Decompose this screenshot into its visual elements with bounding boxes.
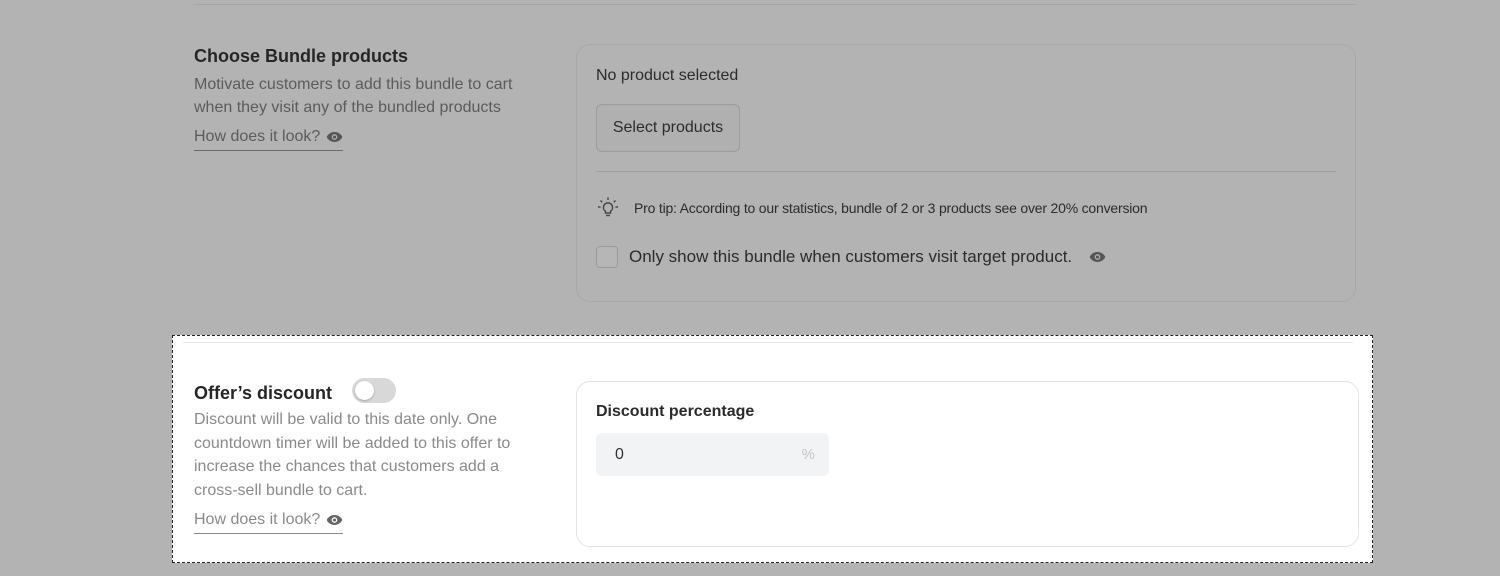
- discount-title-row: Offer’s discount: [194, 377, 554, 404]
- discount-percentage-card: Discount percentage 0 %: [576, 381, 1359, 547]
- lightbulb-icon: [598, 197, 618, 217]
- bundle-info: Choose Bundle products Motivate customer…: [194, 45, 554, 151]
- discount-section-title: Offer’s discount: [194, 383, 333, 403]
- card-divider: [596, 171, 1336, 172]
- only-show-target-label[interactable]: Only show this bundle when customers vis…: [629, 247, 1072, 267]
- bundle-products-card: No product selected Select products Pro …: [576, 44, 1356, 302]
- select-products-button[interactable]: Select products: [596, 104, 740, 152]
- pro-tip: Pro tip: According to our statistics, bu…: [596, 196, 1148, 220]
- target-product-option: Only show this bundle when customers vis…: [596, 246, 1106, 268]
- bundle-section-description: Motivate customers to add this bundle to…: [194, 76, 513, 116]
- discount-value: 0: [615, 445, 624, 463]
- no-product-selected-text: No product selected: [596, 67, 739, 84]
- discount-percentage-input[interactable]: 0 %: [596, 433, 829, 476]
- eye-icon: [327, 515, 343, 525]
- eye-icon: [327, 132, 343, 142]
- bundle-section-title: Choose Bundle products: [194, 46, 409, 66]
- how-link-label: How does it look?: [194, 128, 321, 145]
- how-link-label: How does it look?: [194, 511, 321, 528]
- discount-toggle[interactable]: [352, 377, 397, 403]
- page: Choose Bundle products Motivate customer…: [0, 0, 1500, 576]
- percent-suffix: %: [801, 446, 815, 463]
- pro-tip-text: Pro tip: According to our statistics, bu…: [634, 200, 1148, 216]
- discount-info: Offer’s discount Discount will be valid …: [194, 377, 554, 534]
- discount-percentage-label: Discount percentage: [596, 403, 755, 420]
- bundle-how-does-it-look-link[interactable]: How does it look?: [194, 128, 344, 151]
- offer-discount-section: Offer’s discount Discount will be valid …: [172, 335, 1373, 563]
- discount-section-description: Discount will be valid to this date only…: [194, 411, 511, 499]
- discount-how-does-it-look-link[interactable]: How does it look?: [194, 511, 344, 534]
- only-show-target-checkbox[interactable]: [596, 246, 618, 268]
- toggle-knob: [355, 380, 375, 400]
- section-divider: [193, 4, 1356, 5]
- section-divider: [183, 342, 1353, 343]
- eye-icon[interactable]: [1089, 251, 1106, 263]
